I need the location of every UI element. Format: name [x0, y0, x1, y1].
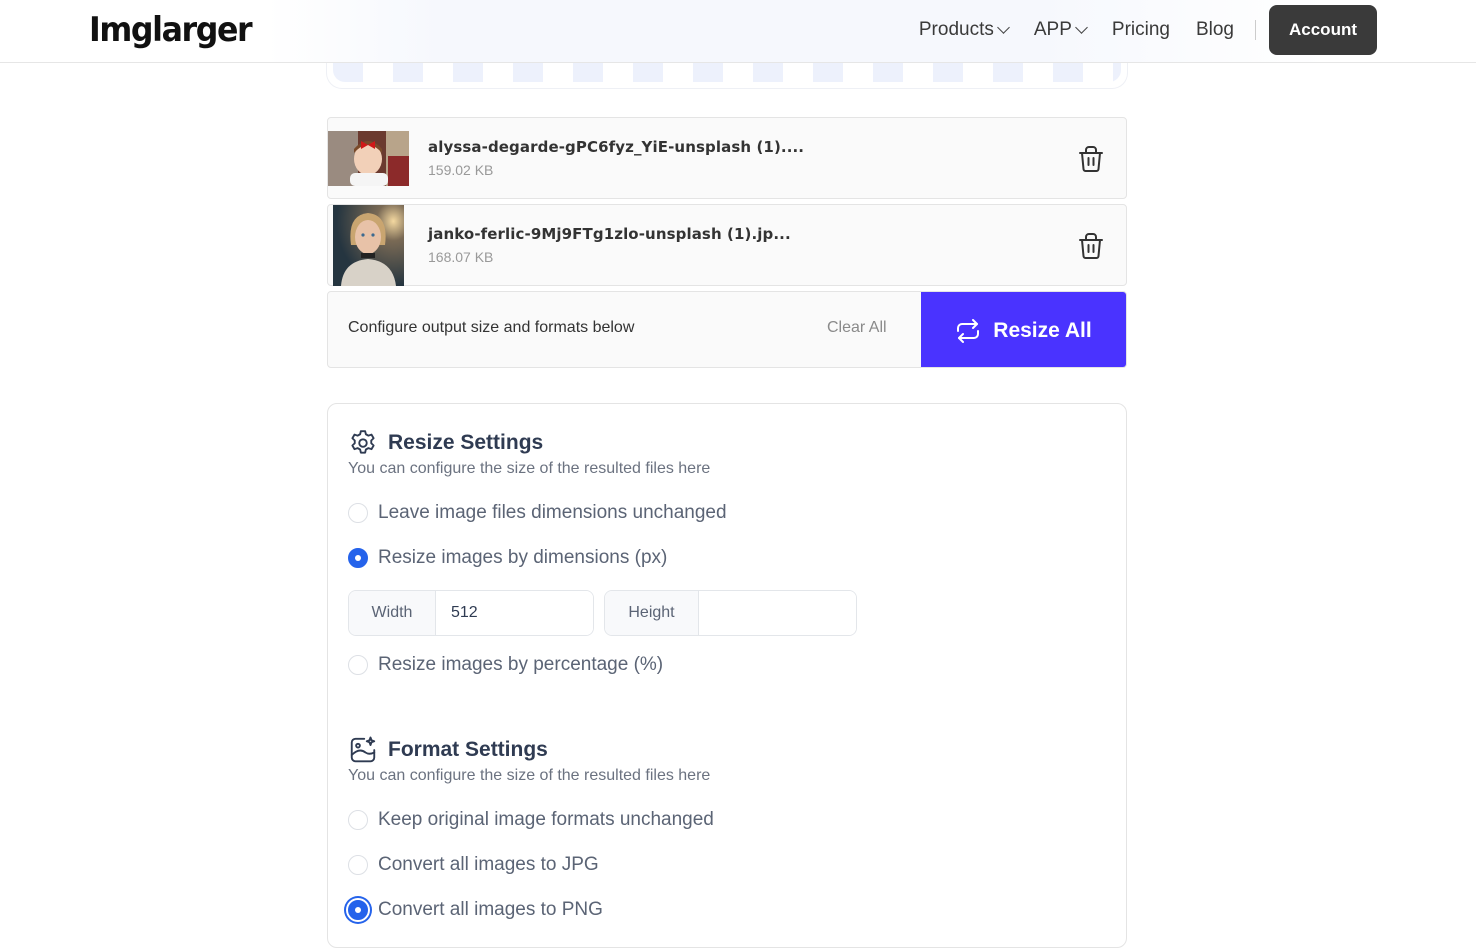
radio-label: Leave image files dimensions unchanged	[378, 502, 727, 523]
radio-leave-dimensions[interactable]: Leave image files dimensions unchanged	[348, 502, 727, 524]
file-size: 168.07 KB	[428, 249, 494, 265]
file-name: alyssa-degarde-gPC6fyz_YiE-unsplash (1).…	[428, 138, 805, 156]
account-button[interactable]: Account	[1269, 5, 1377, 55]
trash-icon	[1079, 233, 1103, 259]
radio-button-checked[interactable]	[348, 900, 368, 920]
radio-convert-jpg[interactable]: Convert all images to JPG	[348, 854, 599, 876]
chevron-down-icon	[996, 20, 1010, 34]
radio-label: Convert all images to JPG	[378, 854, 599, 875]
resize-settings-title-text: Resize Settings	[388, 431, 544, 454]
gear-icon	[351, 430, 375, 454]
delete-file-button[interactable]	[1078, 145, 1104, 173]
radio-label: Keep original image formats unchanged	[378, 809, 714, 830]
nav-blog[interactable]: Blog	[1196, 19, 1234, 41]
file-thumbnail	[333, 205, 404, 286]
resize-settings-subtitle: You can configure the size of the result…	[348, 460, 711, 477]
configure-hint: Configure output size and formats below	[348, 319, 635, 336]
file-thumbnail	[328, 131, 409, 186]
main-nav: Products APP Pricing Blog Account	[893, 5, 1377, 55]
nav-pricing[interactable]: Pricing	[1112, 19, 1170, 41]
radio-label: Resize images by dimensions (px)	[378, 547, 668, 568]
file-item: janko-ferlic-9Mj9FTg1zlo-unsplash (1).jp…	[327, 204, 1127, 286]
nav-app[interactable]: APP	[1033, 19, 1088, 41]
file-size: 159.02 KB	[428, 162, 494, 178]
logo[interactable]: Imglarger	[89, 10, 253, 50]
format-settings-subtitle: You can configure the size of the result…	[348, 767, 711, 784]
format-settings-title-text: Format Settings	[388, 738, 548, 761]
radio-button-checked[interactable]	[348, 548, 368, 568]
format-settings-title: Format Settings	[348, 735, 548, 765]
radio-button[interactable]	[348, 503, 368, 523]
resize-all-label: Resize All	[993, 318, 1092, 342]
radio-keep-format[interactable]: Keep original image formats unchanged	[348, 809, 714, 831]
radio-resize-by-dimensions[interactable]: Resize images by dimensions (px)	[348, 547, 667, 569]
height-input[interactable]	[699, 591, 856, 635]
trash-icon	[1079, 146, 1103, 172]
file-item: alyssa-degarde-gPC6fyz_YiE-unsplash (1).…	[327, 117, 1127, 199]
site-header: Imglarger Products APP Pricing Blog Acco…	[0, 0, 1476, 63]
action-bar: Configure output size and formats below …	[327, 291, 1127, 368]
radio-button[interactable]	[348, 855, 368, 875]
width-label: Width	[349, 591, 436, 635]
chevron-down-icon	[1075, 20, 1088, 34]
radio-resize-by-percentage[interactable]: Resize images by percentage (%)	[348, 654, 663, 676]
repeat-icon	[957, 318, 980, 343]
resize-all-button[interactable]: Resize All	[921, 292, 1126, 367]
image-sparkle-icon	[350, 736, 376, 763]
nav-products[interactable]: Products	[918, 19, 1010, 41]
nav-products-label: Products	[918, 19, 994, 40]
radio-label: Resize images by percentage (%)	[378, 654, 664, 675]
clear-all-button[interactable]: Clear All	[827, 319, 887, 337]
radio-convert-png[interactable]: Convert all images to PNG	[348, 899, 603, 921]
nav-app-label: APP	[1033, 19, 1072, 40]
radio-button[interactable]	[348, 810, 368, 830]
height-label: Height	[605, 591, 699, 635]
resize-settings-title: Resize Settings	[348, 428, 543, 458]
settings-card: Resize Settings You can configure the si…	[327, 403, 1127, 948]
radio-button[interactable]	[348, 655, 368, 675]
width-input[interactable]	[436, 591, 593, 635]
height-input-group: Height	[604, 590, 857, 636]
radio-label: Convert all images to PNG	[378, 899, 603, 920]
width-input-group: Width	[348, 590, 594, 636]
nav-divider	[1255, 20, 1256, 40]
delete-file-button[interactable]	[1078, 232, 1104, 260]
file-name: janko-ferlic-9Mj9FTg1zlo-unsplash (1).jp…	[428, 225, 791, 243]
